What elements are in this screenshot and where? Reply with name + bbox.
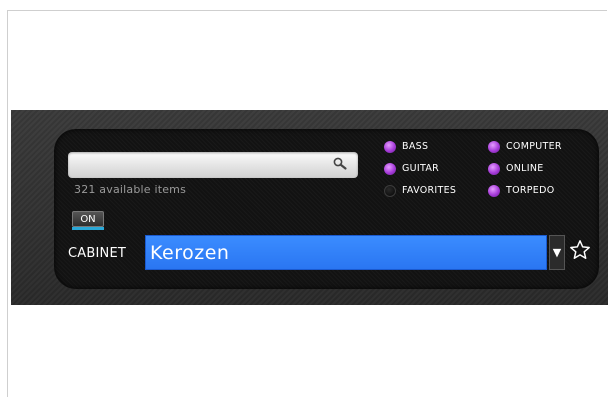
dropdown-arrow-icon: ▼ <box>552 246 562 259</box>
available-items-count: 321 available items <box>74 183 187 196</box>
search-box[interactable] <box>68 152 358 178</box>
filter-label: COMPUTER <box>506 141 562 152</box>
cabinet-label: CABINET <box>68 246 127 261</box>
filter-label: FAVORITES <box>402 185 457 196</box>
filter-label: TORPEDO <box>506 185 555 196</box>
filter-indicator-icon <box>488 163 500 175</box>
filter-label: BASS <box>402 141 429 152</box>
on-indicator <box>72 227 104 230</box>
cabinet-selector[interactable]: Kerozen <box>145 235 547 270</box>
star-icon[interactable] <box>569 239 591 261</box>
cabinet-dropdown-button[interactable]: ▼ <box>549 235 565 270</box>
on-toggle-button[interactable]: ON <box>70 211 108 231</box>
filter-indicator-icon <box>384 185 396 197</box>
filter-label: ONLINE <box>506 163 544 174</box>
cabinet-browser: 321 available items BASS COMPUTER GUITAR… <box>54 129 599 289</box>
filter-label: GUITAR <box>402 163 440 174</box>
filter-indicator-icon <box>384 163 396 175</box>
cabinet-value: Kerozen <box>150 242 230 264</box>
search-icon[interactable] <box>332 156 348 172</box>
on-button-label: ON <box>72 211 104 227</box>
filter-indicator-icon <box>488 185 500 197</box>
search-input[interactable] <box>68 152 344 178</box>
filter-indicator-icon <box>384 141 396 153</box>
cabinet-panel: 321 available items BASS COMPUTER GUITAR… <box>11 110 608 305</box>
filter-indicator-icon <box>488 141 500 153</box>
